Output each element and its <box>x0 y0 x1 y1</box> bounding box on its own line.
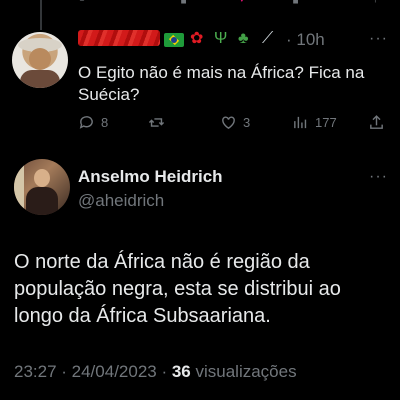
tweet-metadata: 23:27 · 24/04/2023 · 36 visualizações <box>14 362 297 382</box>
previous-tweet-actions: ○ ▮ ♥ ▮ ↑ <box>0 0 400 10</box>
author-avatar[interactable] <box>14 159 70 215</box>
rose-icon: ✿ <box>190 30 204 47</box>
avatar-shirt <box>20 70 60 88</box>
clover-icon: ♣ <box>238 30 249 47</box>
avatar-face <box>34 169 50 187</box>
avatar-body <box>26 187 58 215</box>
like-count: 3 <box>243 115 251 130</box>
avatar-face <box>29 48 51 70</box>
stats-icon[interactable]: ▮ <box>292 0 299 6</box>
tweet-views-label: visualizações <box>190 362 297 381</box>
reply-text: O Egito não é mais na África? Fica na Su… <box>78 63 365 104</box>
retweet-icon <box>148 118 165 127</box>
knife-icon: ⟋ <box>262 30 274 47</box>
cactus-icon: Ψ <box>214 30 228 47</box>
redacted-username <box>78 30 160 46</box>
author-name[interactable]: Anselmo Heidrich <box>78 167 223 187</box>
more-options-icon[interactable]: ··· <box>369 168 388 186</box>
share-icon[interactable]: ↑ <box>372 0 379 5</box>
comment-icon <box>79 116 93 129</box>
like-icon[interactable]: ♥ <box>238 0 246 5</box>
reply-icon[interactable]: ○ <box>78 0 86 5</box>
avatar[interactable] <box>12 32 68 88</box>
reply-count: 8 <box>101 115 109 130</box>
reply-button[interactable]: 8 <box>78 114 108 131</box>
tweet-timestamp[interactable]: 23:27 · 24/04/2023 · <box>14 362 172 381</box>
like-button[interactable]: 3 <box>220 114 250 131</box>
retweet-button[interactable] <box>148 114 171 131</box>
tweet-views-count: 36 <box>171 362 191 381</box>
avatar-background-shelf <box>14 159 24 215</box>
brazil-flag-icon <box>164 33 184 47</box>
views-bar-chart-icon <box>294 116 307 129</box>
tweet-text: O norte da África não é região da popula… <box>14 251 341 327</box>
heart-icon <box>222 116 235 130</box>
share-icon <box>370 115 383 129</box>
share-button[interactable] <box>368 114 385 131</box>
reply-actions-bar: 8 3 177 <box>78 114 388 134</box>
more-options-icon[interactable]: ··· <box>369 30 388 48</box>
views-count: 177 <box>315 115 337 130</box>
author-handle[interactable]: @aheidrich <box>78 191 164 211</box>
views-button[interactable]: 177 <box>292 114 337 131</box>
reply-timestamp[interactable]: · 10h <box>286 30 325 50</box>
views-icon[interactable]: ▮ <box>180 0 187 6</box>
